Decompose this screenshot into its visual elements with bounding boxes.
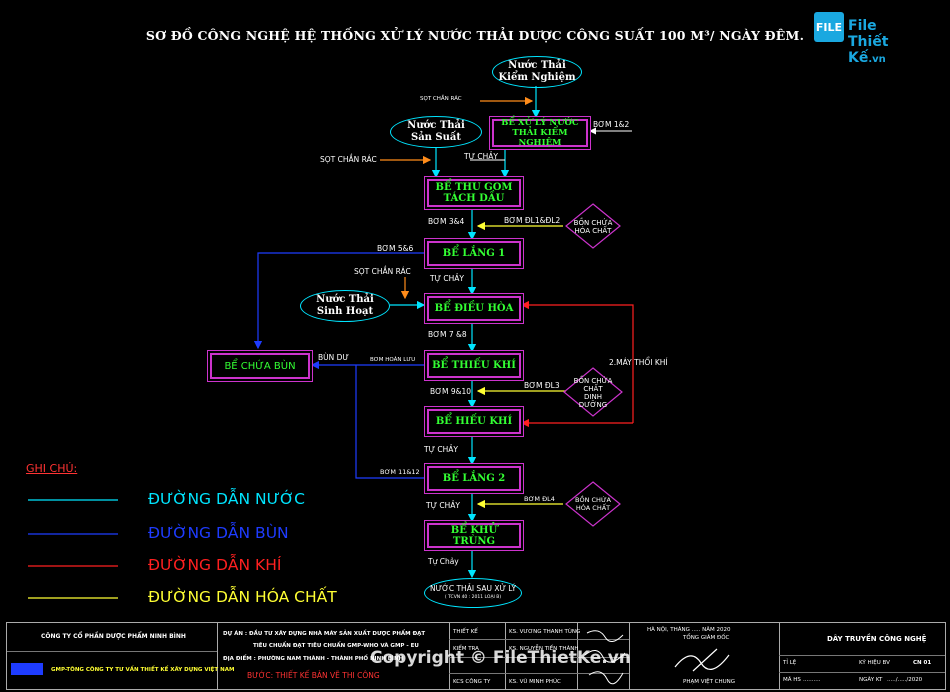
source-sx-line1: Nước Thải [407, 120, 465, 131]
tank-thieu-khi: BỂ THIẾU KHÍ [427, 353, 521, 378]
tank-kiem-nghiem: BỂ XỬ LÝ NƯỚC THẢI KIỂM NGHIỆM [492, 118, 588, 148]
tank-tg-line2: TÁCH DẦU [443, 193, 505, 204]
output-treated-water: NƯỚC THẢI SAU XỬ LÝ ( TCVN 40 : 2011 LOẠI… [424, 578, 522, 608]
sludge-lang2-return [355, 365, 424, 479]
chem2-line2: HÓA CHẤT [575, 503, 611, 512]
tank-dieu-hoa: BỂ ĐIỀU HÒA [427, 296, 521, 321]
label-bom-1112: BƠM 11&12 [380, 468, 420, 476]
source-sh-line1: Nước Thải [316, 294, 374, 305]
label-sot-2: SỌT CHẮN RÁC [320, 155, 377, 164]
tb-dates-value: ...../...../2020 [887, 677, 923, 683]
tb-symbol-label: KÝ HIỆU BV [859, 660, 890, 666]
tb-name-1: KS. VƯƠNG THANH TÙNG [509, 629, 581, 635]
legend-water: ĐƯỜNG DẪN NƯỚC [148, 490, 305, 508]
chem-tank-2-text: BỒN CHỨA HÓA CHẤT [566, 496, 620, 512]
tb-scale-label: TỈ LỆ [783, 660, 797, 666]
tb-drawing-title: DÂY TRUYỀN CÔNG NGHỆ [827, 635, 927, 643]
tank-thu-gom: BỂ THU GOM TÁCH DẦU [427, 179, 521, 207]
label-bom-dl4: BƠM ĐL4 [524, 495, 555, 503]
output-line2: ( TCVN 40 : 2011 LOẠI B) [444, 595, 502, 600]
tb-stage: BƯỚC: THIẾT KẾ BẢN VẼ THI CÔNG [247, 671, 380, 680]
label-bom-78: BƠM 7 &8 [428, 330, 467, 339]
label-sot-1: SỌT CHẮN RÁC [420, 96, 462, 102]
label-tu-chay-3: TỰ CHẢY [424, 445, 458, 454]
label-tu-chay-5: Tự Chảy [428, 557, 459, 566]
tb-name-3: KS. VŨ MINH PHÚC [509, 679, 561, 685]
label-bom-dl12: BƠM ĐL1&ĐL2 [504, 216, 561, 225]
tb-role-1: THIẾT KẾ [453, 629, 478, 635]
tb-director-signature [674, 648, 730, 672]
chemdd-line4: DƯỠNG [578, 401, 608, 409]
source-sinh-hoat: Nước Thải Sinh Hoạt [300, 290, 390, 322]
label-tu-chay-2: TỰ CHẢY [430, 274, 464, 283]
tb-consultant: GMP-TÔNG CÔNG TY TƯ VẤN THIẾT KẾ XÂY DỰN… [51, 667, 235, 673]
chem1-line2: HÓA CHẤT [574, 227, 612, 235]
tb-symbol-value: CN 01 [913, 660, 932, 666]
tb-consultant-logo [11, 663, 43, 675]
tank-khu-trung: BỂ KHỬ TRÙNG [427, 523, 521, 548]
drawing-canvas: SƠ ĐỒ CÔNG NGHỆ HỆ THỐNG XỬ LÝ NƯỚC THẢI… [0, 0, 950, 692]
tb-row-5 [779, 672, 945, 673]
tank-hieu-khi: BỂ HIẾU KHÍ [427, 409, 521, 434]
tank-chua-bun: BỂ CHỨA BÙN [210, 353, 310, 379]
tank-kn-line1: BỂ XỬ LÝ NƯỚC [501, 118, 579, 128]
tb-row-4 [779, 655, 945, 656]
label-bun-tuan-hoan: BƠM HOÀN LƯU [370, 357, 416, 363]
chemdd-line2: CHẤT [583, 385, 603, 393]
chem-tank-1-text: BỒN CHỨA HÓA CHẤT [566, 219, 620, 235]
chemdd-line3: DINH [584, 393, 602, 401]
label-bom-910: BƠM 9&10 [430, 387, 472, 396]
label-bom-12: BƠM 1&2 [593, 120, 630, 129]
source-san-xuat: Nước Thải Sản Suất [390, 116, 482, 148]
tank-lang-2: BỂ LẮNG 2 [427, 466, 521, 491]
tb-divider-6 [779, 623, 780, 689]
label-may-thoi-khi: 2.MÁY THỔI KHÍ [609, 358, 668, 367]
label-sot-3: SỌT CHẮN RÁC [354, 267, 411, 276]
tb-date: HÀ NỘI, THÁNG ..... NĂM 2020 [647, 627, 731, 633]
source-sh-line2: Sinh Hoạt [316, 306, 374, 317]
legend-heading: GHI CHÚ: [26, 462, 78, 475]
chem1-line1: BỒN CHỨA [573, 219, 613, 227]
source-kiem-nghiem: Nước Thải Kiểm Nghiệm [492, 56, 582, 88]
legend-sludge: ĐƯỜNG DẪN BÙN [148, 524, 289, 542]
chemdd-line1: BỒN CHỨA [573, 377, 613, 385]
tank-tg-line1: BỂ THU GOM [435, 182, 513, 193]
label-tu-chay-4: TỰ CHẢY [426, 501, 460, 510]
label-tu-chay-1: TỰ CHẢY [464, 152, 498, 161]
tb-row-6 [7, 651, 217, 652]
label-bun-du: BÙN DƯ [318, 353, 349, 362]
label-bom-34: BƠM 3&4 [428, 217, 465, 226]
tb-director-name: PHẠM VIỆT CHUNG [683, 679, 736, 685]
copyright-watermark: Copyright © FileThietKe.vn [370, 648, 631, 668]
tank-kn-line2: THẢI KIỂM NGHIỆM [512, 128, 568, 148]
chem-tank-dd-text: BỒN CHỨA CHẤT DINH DƯỠNG [564, 377, 622, 409]
legend-air: ĐƯỜNG DẪN KHÍ [148, 556, 282, 574]
output-line1: NƯỚC THẢI SAU XỬ LÝ [429, 584, 517, 593]
tb-role-3: KCS CÔNG TY [453, 679, 491, 685]
source-kn-line1: Nước Thải [508, 60, 566, 71]
tank-lang-1: BỂ LẮNG 1 [427, 241, 521, 266]
source-kn-line2: Kiểm Nghiệm [498, 72, 576, 83]
tb-code-label: MÃ HS [783, 677, 801, 683]
tb-project-1: DỰ ÁN : ĐẦU TƯ XÂY DỰNG NHÀ MÁY SẢN XUẤT… [223, 631, 426, 637]
label-bom-56: BƠM 5&6 [377, 244, 414, 253]
tb-company: CÔNG TY CỔ PHẦN DƯỢC PHẨM NINH BÌNH [41, 633, 186, 640]
legend-chem: ĐƯỜNG DẪN HÓA CHẤT [148, 588, 337, 606]
label-bom-dl3: BƠM ĐL3 [524, 381, 560, 390]
tb-divider-1 [217, 623, 218, 689]
tb-code-value: .......... [803, 677, 821, 683]
tb-dates-label: NGÀY KT [859, 677, 883, 683]
source-sx-line2: Sản Suất [410, 132, 462, 143]
